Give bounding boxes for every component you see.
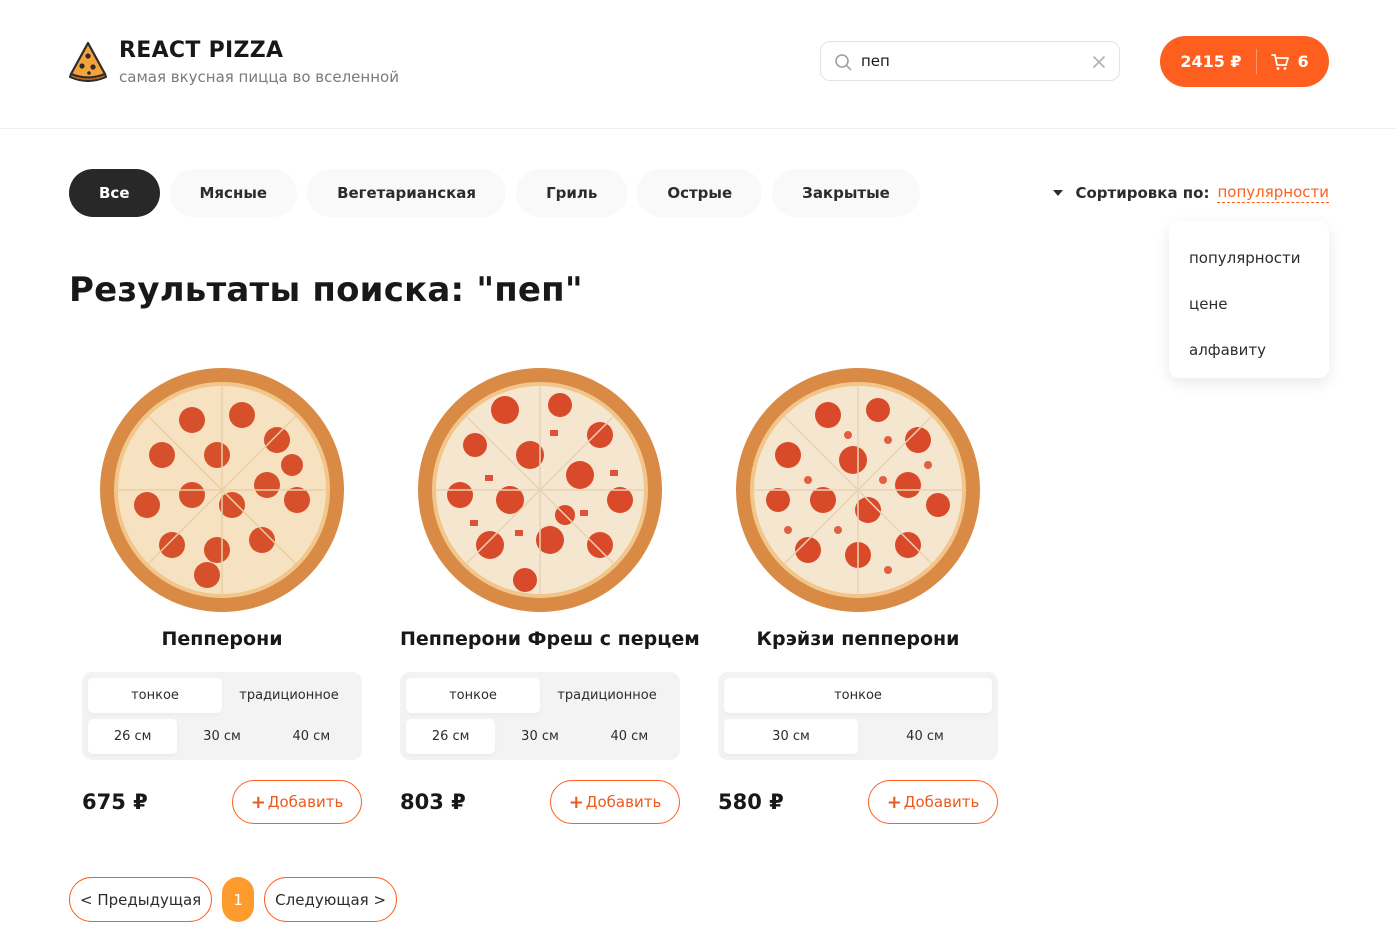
sort-popup: популярности цене алфавиту [1169, 221, 1329, 378]
brand-subtitle: самая вкусная пицца во вселенной [119, 68, 399, 86]
plus-icon: + [250, 791, 266, 813]
add-to-cart-button[interactable]: + Добавить [232, 780, 362, 824]
dough-option[interactable]: тонкое [88, 678, 222, 713]
sort-option-popularity[interactable]: популярности [1169, 235, 1329, 281]
category-closed[interactable]: Закрытые [772, 169, 920, 217]
add-button-label: Добавить [585, 793, 662, 811]
clear-search-icon[interactable] [1091, 54, 1107, 70]
pizza-image [736, 368, 980, 612]
sort-option-alphabet[interactable]: алфавиту [1169, 327, 1329, 373]
page-title: Результаты поиска: "пеп" [69, 270, 583, 310]
size-option[interactable]: 30 см [177, 719, 266, 754]
dough-option[interactable]: тонкое [406, 678, 540, 713]
size-option[interactable]: 40 см [267, 719, 356, 754]
pizza-options: тонкое традиционное 26 см 30 см 40 см [400, 672, 680, 760]
pagination: < Предыдущая 1 Следующая > [69, 877, 398, 922]
search-icon [835, 54, 852, 71]
size-option[interactable]: 30 см [724, 719, 858, 754]
size-option[interactable]: 26 см [406, 719, 496, 754]
add-button-label: Добавить [267, 793, 344, 811]
plus-icon: + [568, 791, 584, 813]
pizza-card: Пепперони тонкое традиционное 26 см 30 с… [82, 360, 362, 824]
size-option[interactable]: 40 см [585, 719, 674, 754]
pizza-name: Пепперони [161, 628, 283, 650]
pizza-price: 580 ₽ [718, 790, 784, 814]
pizza-card: Крэйзи пепперони тонкое 30 см 40 см 580 … [718, 360, 998, 824]
pizza-options: тонкое традиционное 26 см 30 см 40 см [82, 672, 362, 760]
pizza-name: Крэйзи пепперони [756, 628, 960, 650]
header: REACT PIZZA самая вкусная пицца во вселе… [0, 0, 1397, 129]
add-to-cart-button[interactable]: + Добавить [550, 780, 680, 824]
pizza-options: тонкое 30 см 40 см [718, 672, 998, 760]
pizza-slice-icon [69, 41, 107, 82]
prev-page-button[interactable]: < Предыдущая [69, 877, 213, 922]
brand-title: REACT PIZZA [119, 38, 284, 63]
dough-option[interactable]: традиционное [540, 678, 674, 713]
sort-label: Сортировка по: [1075, 184, 1210, 202]
page-1-button[interactable]: 1 [222, 877, 255, 922]
next-page-button[interactable]: Следующая > [264, 877, 398, 922]
pizza-image [418, 368, 662, 612]
cart-button[interactable]: 2415 ₽ 6 [1160, 36, 1329, 87]
sort-value[interactable]: популярности [1217, 183, 1329, 203]
category-vegetarian[interactable]: Вегетарианская [307, 169, 507, 217]
logo[interactable]: REACT PIZZA самая вкусная пицца во вселе… [68, 38, 399, 87]
add-button-label: Добавить [903, 793, 980, 811]
plus-icon: + [886, 791, 902, 813]
category-all[interactable]: Все [69, 169, 160, 217]
categories: Все Мясные Вегетарианская Гриль Острые З… [69, 169, 930, 217]
search-input[interactable] [861, 50, 1081, 72]
pizza-price: 803 ₽ [400, 790, 466, 814]
cart-divider [1255, 49, 1257, 74]
cart-count: 6 [1297, 52, 1309, 71]
pizza-card: Пепперони Фреш с перцем тонкое традицион… [400, 360, 700, 824]
category-grill[interactable]: Гриль [516, 169, 628, 217]
pizza-image [100, 368, 344, 612]
sort-option-price[interactable]: цене [1169, 281, 1329, 327]
pizza-price: 675 ₽ [82, 790, 148, 814]
category-spicy[interactable]: Острые [637, 169, 763, 217]
dough-option[interactable]: традиционное [222, 678, 356, 713]
cart-icon [1270, 53, 1289, 70]
sort: Сортировка по: популярности [1053, 183, 1329, 203]
pizza-name: Пепперони Фреш с перцем [400, 628, 700, 650]
add-to-cart-button[interactable]: + Добавить [868, 780, 998, 824]
dough-option[interactable]: тонкое [724, 678, 992, 713]
search-box [820, 41, 1120, 81]
size-option[interactable]: 26 см [88, 719, 178, 754]
caret-down-icon[interactable] [1053, 190, 1064, 196]
category-meat[interactable]: Мясные [169, 169, 298, 217]
cart-total: 2415 ₽ [1180, 52, 1242, 71]
size-option[interactable]: 40 см [858, 719, 992, 754]
size-option[interactable]: 30 см [495, 719, 584, 754]
